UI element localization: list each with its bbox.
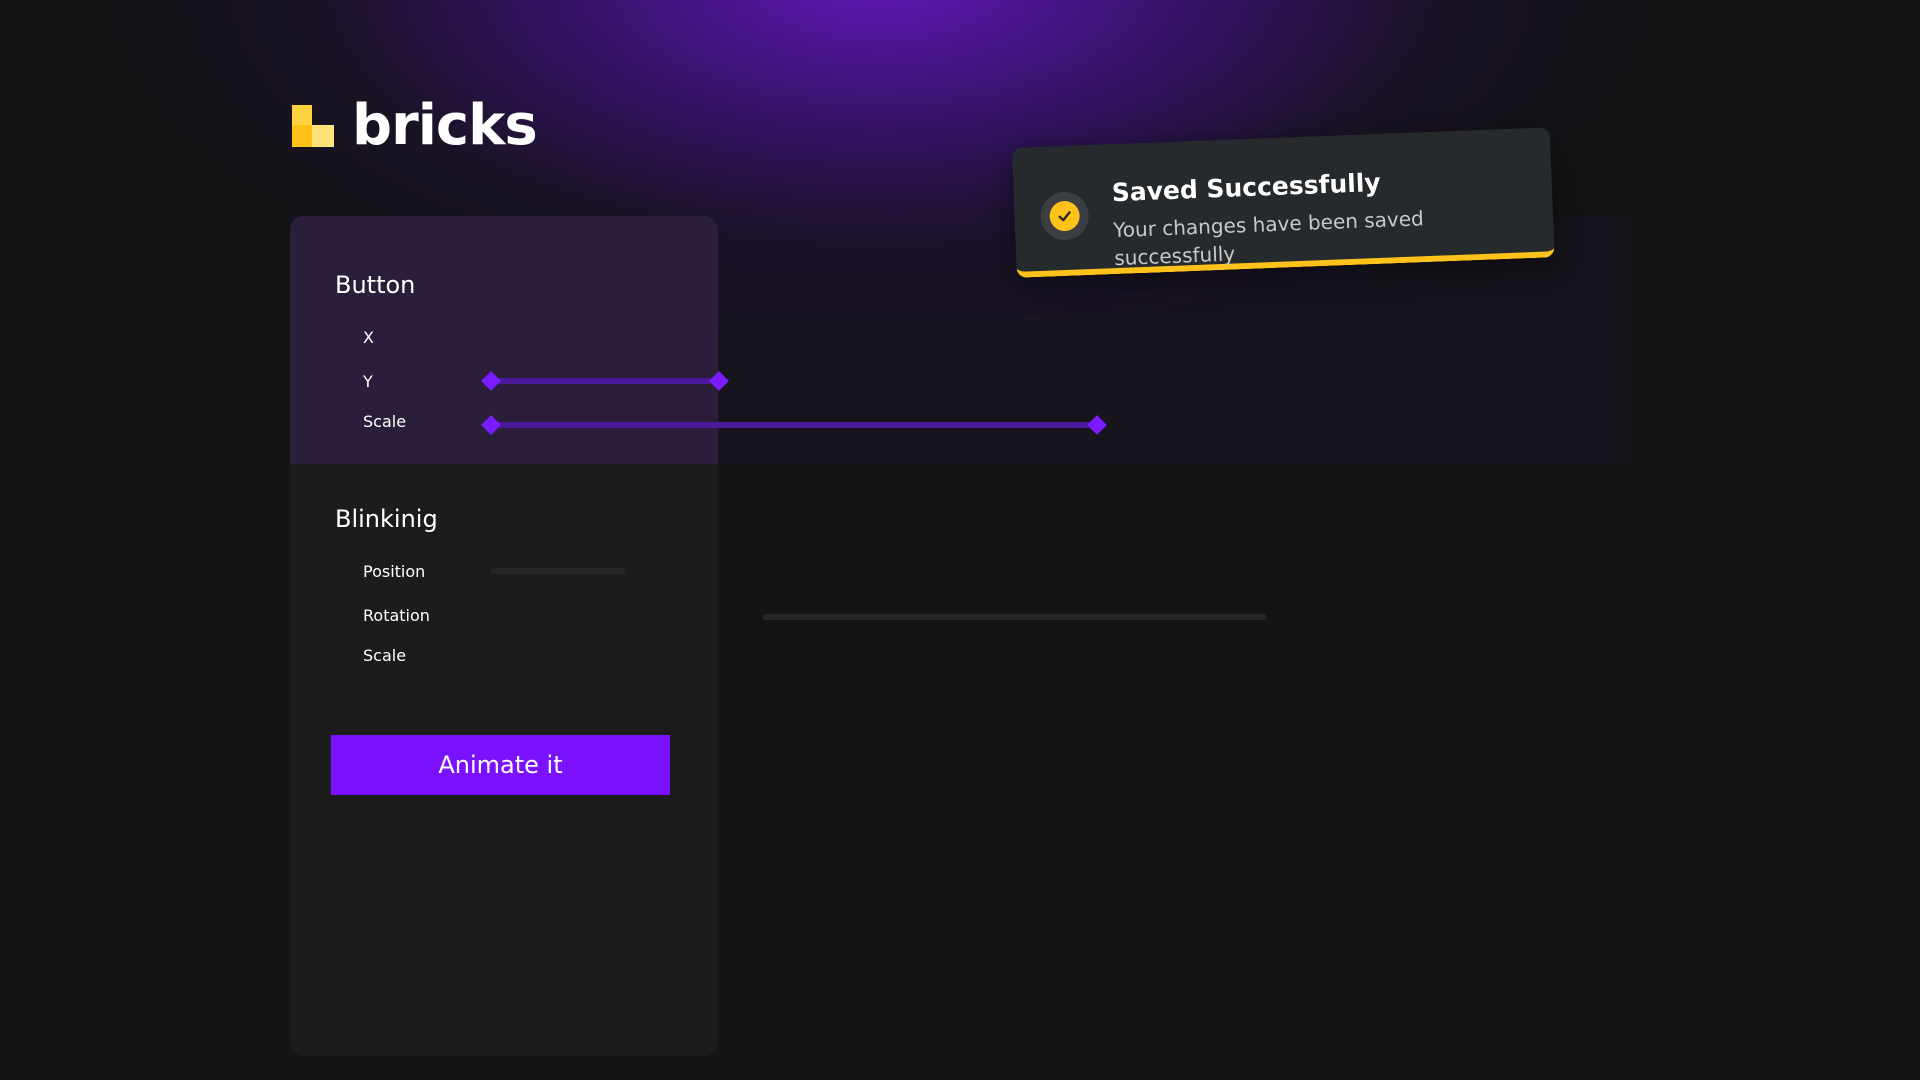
- prop-label-y[interactable]: Y: [363, 372, 373, 391]
- prop-label-x[interactable]: X: [363, 328, 374, 347]
- section-title-button: Button: [335, 271, 416, 299]
- keyframe-track-rotation[interactable]: [763, 614, 1266, 620]
- keyframe-track-position[interactable]: [491, 568, 625, 574]
- prop-label-rotation[interactable]: Rotation: [363, 606, 430, 625]
- toast-message: Your changes have been saved successfull…: [1112, 206, 1425, 271]
- prop-label-scale[interactable]: Scale: [363, 412, 406, 431]
- animate-button[interactable]: Animate it: [331, 735, 670, 795]
- background-glow: [0, 0, 1920, 1080]
- success-toast: Saved Successfully Your changes have bee…: [1012, 127, 1555, 278]
- keyframe-track-y[interactable]: [491, 378, 719, 384]
- section-title-blinking: Blinkinig: [335, 505, 438, 533]
- toast-title: Saved Successfully: [1111, 167, 1382, 208]
- prop-label-scale-2[interactable]: Scale: [363, 646, 406, 665]
- keyframe-track-scale[interactable]: [491, 422, 1097, 428]
- properties-panel: [290, 216, 718, 1056]
- brand-name: bricks: [352, 93, 538, 158]
- prop-label-position[interactable]: Position: [363, 562, 425, 581]
- bricks-logo-icon: [292, 105, 334, 147]
- brand-logo: bricks: [292, 93, 538, 158]
- check-circle-icon: [1049, 200, 1081, 232]
- toast-icon-container: [1039, 191, 1090, 241]
